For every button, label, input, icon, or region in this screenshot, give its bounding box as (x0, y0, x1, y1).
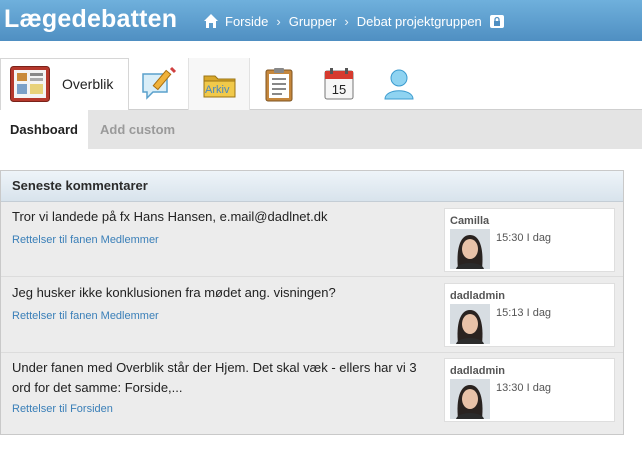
sub-tab-bar: Dashboard Add custom (0, 110, 642, 149)
tab-overblik[interactable]: Overblik (0, 58, 129, 111)
app-logo[interactable]: Lægedebatten (4, 5, 177, 34)
clipboard-icon (265, 68, 293, 102)
tab-add-custom[interactable]: Add custom (100, 110, 175, 149)
breadcrumb-current-group[interactable]: Debat projektgruppen (357, 14, 482, 29)
comment-time: 13:30 I dag (496, 382, 552, 394)
home-icon[interactable] (203, 13, 219, 29)
comment-row: Under fanen med Overblik står der Hjem. … (1, 353, 623, 433)
comment-link[interactable]: Rettelser til fanen Medlemmer (12, 310, 159, 322)
icon-tab-bar: Overblik Arkiv 15 (0, 41, 642, 111)
avatar[interactable] (450, 379, 490, 419)
comment-author[interactable]: Camilla (450, 215, 489, 227)
speech-edit-icon (142, 66, 177, 100)
calendar-icon-day: 15 (332, 82, 346, 97)
comment-author[interactable]: dadladmin (450, 365, 505, 377)
tab-clipboard[interactable] (248, 58, 308, 110)
lock-icon (489, 14, 504, 28)
comment-author-card: dadladmin 15:13 I dag (444, 283, 615, 347)
user-icon (384, 69, 414, 100)
top-bar: Lægedebatten Forside › Grupper › Debat p… (0, 0, 642, 41)
comment-author-card: dadladmin 13:30 I dag (444, 358, 615, 422)
comment-author[interactable]: dadladmin (450, 290, 505, 302)
calendar-icon: 15 (324, 68, 354, 100)
avatar[interactable] (450, 304, 490, 344)
comment-text: Under fanen med Overblik står der Hjem. … (12, 360, 417, 395)
tab-calendar[interactable]: 15 (308, 58, 368, 110)
tab-user[interactable] (368, 58, 428, 110)
breadcrumb-forside[interactable]: Forside (225, 14, 268, 29)
chevron-right-icon: › (344, 13, 349, 29)
breadcrumb-grupper[interactable]: Grupper (289, 14, 337, 29)
comment-row: Tror vi landede på fx Hans Hansen, e.mai… (1, 202, 623, 277)
comment-time: 15:30 I dag (496, 232, 552, 244)
tab-arkiv-label: Arkiv (205, 84, 230, 96)
panel-title: Seneste kommentarer (1, 171, 623, 202)
breadcrumb: Forside › Grupper › Debat projektgruppen (203, 12, 504, 30)
comment-author-card: Camilla 15:30 I dag (444, 208, 615, 272)
comment-link[interactable]: Rettelser til fanen Medlemmer (12, 234, 159, 246)
comment-row: Jeg husker ikke konklusionen fra mødet a… (1, 278, 623, 353)
comment-text: Tror vi landede på fx Hans Hansen, e.mai… (12, 209, 328, 224)
chevron-right-icon: › (276, 13, 281, 29)
avatar[interactable] (450, 229, 490, 269)
tab-dashboard[interactable]: Dashboard (0, 110, 88, 149)
comment-time: 15:13 I dag (496, 307, 552, 319)
comment-text: Jeg husker ikke konklusionen fra mødet a… (12, 285, 336, 300)
comment-link[interactable]: Rettelser til Forsiden (12, 403, 113, 415)
tab-edit[interactable] (128, 58, 188, 110)
recent-comments-panel: Seneste kommentarer Tror vi landede på f… (0, 170, 624, 435)
tab-overblik-label: Overblik (62, 76, 114, 92)
dashboard-icon (10, 66, 50, 102)
